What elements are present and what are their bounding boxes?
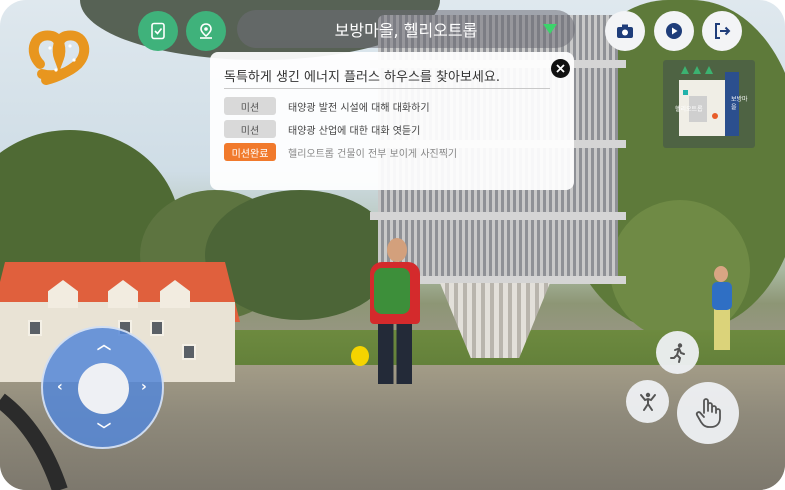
location-pin-icon: [200, 23, 212, 39]
mission-badge: 미션: [224, 120, 276, 138]
interact-button[interactable]: [677, 382, 739, 444]
mission-badge: 미션: [224, 97, 276, 115]
exit-button[interactable]: [702, 11, 742, 51]
location-button[interactable]: [186, 11, 226, 51]
joystick-knob[interactable]: [78, 363, 129, 414]
location-title: 보방마을, 헬리오트롭: [334, 21, 478, 40]
npc-head: [714, 266, 728, 282]
checklist-button[interactable]: [138, 11, 178, 51]
mission-complete-badge: 미션완료: [224, 143, 276, 161]
jumping-person-icon: [639, 392, 656, 411]
checklist-icon: [151, 22, 165, 40]
player-backpack: [374, 268, 410, 314]
house-window: [28, 320, 42, 336]
location-title-dropdown[interactable]: 보방마을, 헬리오트롭: [237, 10, 575, 48]
exit-icon: [715, 23, 731, 39]
play-icon: [666, 23, 682, 39]
minimap[interactable]: 헬리오트롭 보방마을: [663, 60, 755, 148]
game-viewport[interactable]: 보방마을, 헬리오트롭 독특하게 생긴 에너지 플러스 하우스를 찾아보세요.: [0, 0, 785, 490]
mission-item: 미션 태양광 산업에 대한 대화 엿듣기: [224, 120, 420, 138]
mission-item: 미션 태양광 발전 시설에 대해 대화하기: [224, 97, 430, 115]
npc-body: [712, 282, 732, 310]
chevron-up-icon: ︿: [97, 337, 111, 353]
npc-legs: [714, 308, 730, 350]
hand-pointer-icon: [695, 398, 721, 428]
house-window: [150, 320, 164, 336]
close-button[interactable]: [551, 59, 570, 78]
mission-text: 헬리오트롭 건물이 전부 보이게 사진찍기: [288, 148, 458, 160]
running-person-icon: [669, 342, 685, 363]
player-head: [387, 238, 407, 262]
house-window: [182, 344, 196, 360]
chick-character: [351, 346, 369, 366]
player-legs: [378, 322, 412, 384]
mission-item: 미션완료 헬리오트롭 건물이 전부 보이게 사진찍기: [224, 143, 457, 161]
building-band: [370, 212, 626, 220]
pretzel-logo-icon: [28, 30, 90, 85]
run-button[interactable]: [656, 331, 699, 374]
chevron-down-icon: ﹀: [97, 423, 111, 439]
mission-heading: 독특하게 생긴 에너지 플러스 하우스를 찾아보세요.: [224, 70, 500, 85]
mission-text: 태양광 산업에 대한 대화 엿듣기: [288, 125, 421, 137]
camera-icon: [617, 24, 633, 38]
movement-joystick[interactable]: ︿ ﹀ ‹ ›: [41, 326, 164, 449]
minimap-label: 헬리오트롭: [675, 106, 703, 113]
minimap-label: 보방마을: [731, 96, 748, 111]
divider: [224, 88, 550, 89]
chevron-left-icon: ‹: [57, 379, 63, 395]
close-icon: [556, 64, 565, 73]
mission-text: 태양광 발전 시설에 대해 대화하기: [288, 102, 430, 114]
chevron-down-icon: [543, 24, 557, 34]
chevron-right-icon: ›: [141, 379, 147, 395]
mission-panel: 독특하게 생긴 에너지 플러스 하우스를 찾아보세요. 미션 태양광 발전 시설…: [210, 52, 574, 190]
jump-button[interactable]: [626, 380, 669, 423]
play-button[interactable]: [654, 11, 694, 51]
camera-button[interactable]: [605, 11, 645, 51]
